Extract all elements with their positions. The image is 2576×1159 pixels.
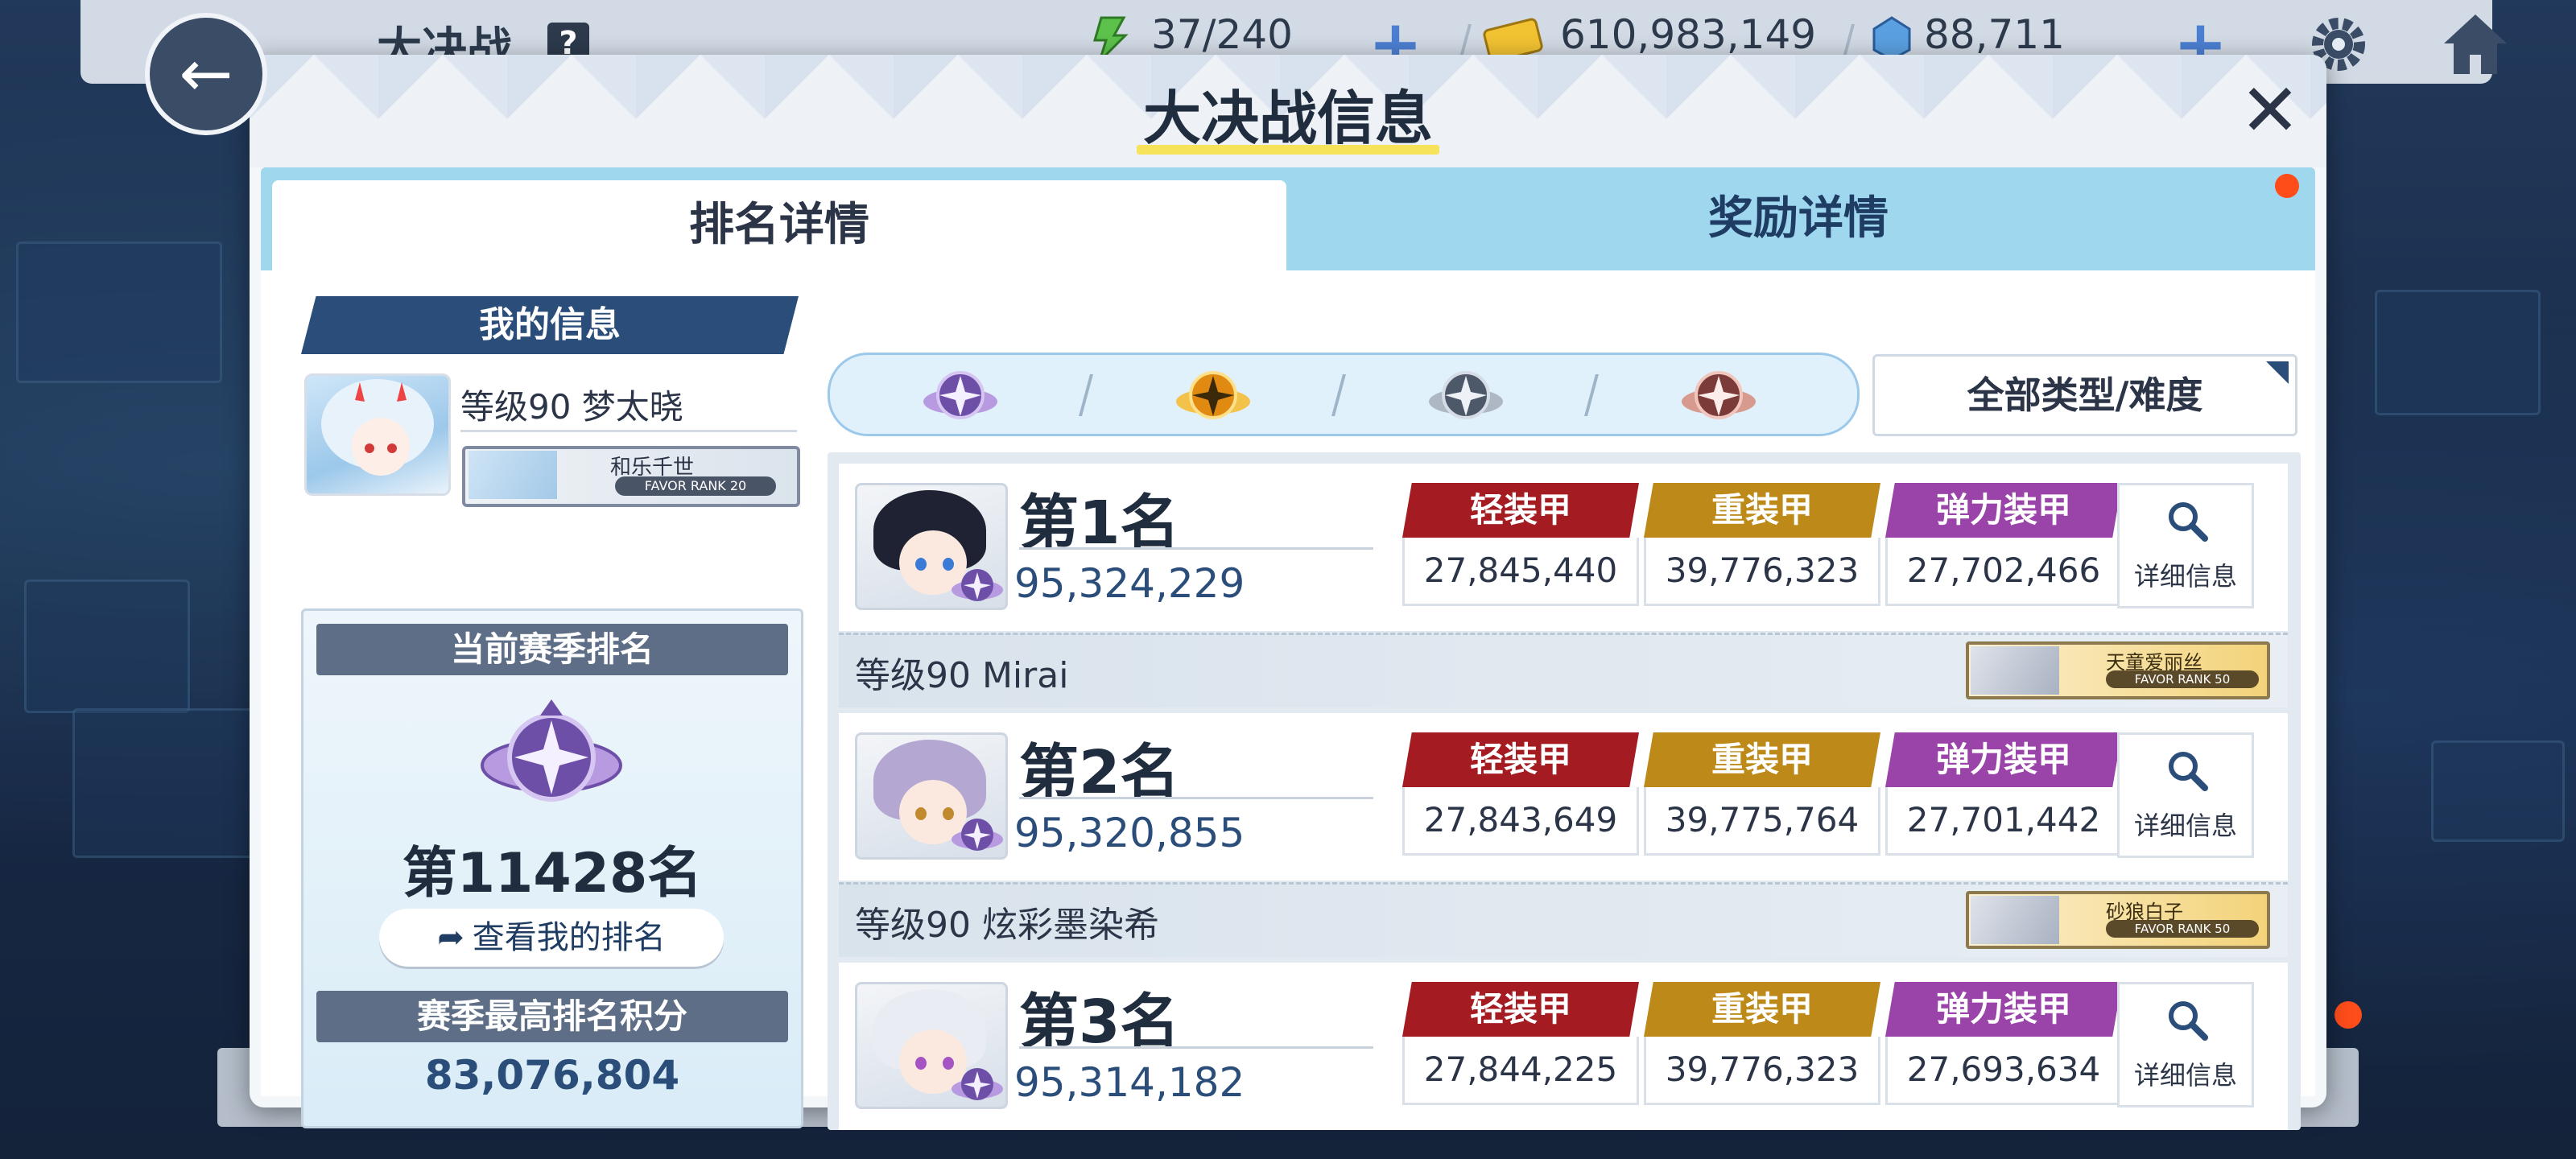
home-icon[interactable] [2439,8,2512,80]
favor-rank-badge: FAVOR RANK 50 [2106,670,2259,688]
share-arrow-icon: ➦ [437,919,464,956]
type-difficulty-dropdown[interactable]: 全部类型/难度 [1872,354,2297,436]
light-armor-score: 轻装甲 27,845,440 [1402,483,1639,606]
title-underline [1137,145,1439,155]
player-name: 等级90 Mirai [855,655,1069,696]
my-info-header: 我的信息 [301,296,799,354]
dialog-title: 大决战信息 [1142,85,1433,152]
search-icon [2169,1001,2208,1041]
notification-dot [2334,1001,2362,1029]
season-rank-header: 当前赛季排名 [316,624,788,675]
player-avatar[interactable] [855,483,1008,610]
ranking-list[interactable]: 第1名 95,324,229 轻装甲 27,845,440 重装甲 39,776… [828,452,2301,1130]
favor-card: 天童爱丽丝 FAVOR RANK 50 [1966,641,2270,699]
gem-value: 88,711 [1924,11,2065,58]
favor-rank-badge: FAVOR RANK 50 [2106,920,2259,938]
best-score-value: 83,076,804 [424,1052,680,1099]
reward-notification-dot [2275,174,2299,198]
elastic-armor-score: 弹力装甲 27,702,466 [1885,483,2122,606]
best-score-header: 赛季最高排名积分 [316,991,788,1042]
purple-emblem-icon [481,699,622,802]
search-icon [2169,752,2208,791]
elastic-armor-score: 弹力装甲 27,701,442 [1885,732,2122,856]
gold-emblem-icon[interactable] [1173,363,1253,427]
tab-reward-details[interactable]: 奖励详情 [1291,167,2306,270]
detail-info-button[interactable]: 详细信息 [2117,483,2254,608]
player-avatar[interactable] [855,732,1008,860]
purple-emblem-icon[interactable] [920,363,1001,427]
heavy-armor-score: 重装甲 39,775,764 [1644,732,1880,856]
my-avatar[interactable] [304,373,451,496]
credits-value: 610,983,149 [1560,11,1817,58]
purple-emblem-icon [952,819,1003,851]
elastic-armor-score: 弹力装甲 27,693,634 [1885,982,2122,1105]
player-avatar[interactable] [855,982,1008,1109]
view-my-rank-label: 查看我的排名 [472,919,666,956]
light-armor-score: 轻装甲 27,843,649 [1402,732,1639,856]
ranking-row-2: 第2名 95,320,855 轻装甲 27,843,649 重装甲 39,775… [839,713,2288,963]
back-button[interactable]: ← [145,13,267,135]
purple-emblem-icon [952,569,1003,601]
close-button[interactable]: ✕ [2230,71,2310,151]
season-rank-value: 第11428名 [402,842,703,905]
rank-total-score: 95,314,182 [1014,1059,1245,1106]
type-difficulty-label: 全部类型/难度 [1967,373,2203,417]
tab-strip: 排名详情 奖励详情 [261,167,2315,270]
view-my-rank-button[interactable]: ➦ 查看我的排名 [379,909,724,967]
light-armor-score: 轻装甲 27,844,225 [1402,982,1639,1105]
ranking-row-1: 第1名 95,324,229 轻装甲 27,845,440 重装甲 39,776… [839,464,2288,713]
season-rank-panel: 当前赛季排名 第11428名 ➦ 查看我的排名 赛季最高排名积分 83,076,8… [301,608,803,1128]
rank-total-score: 95,324,229 [1014,560,1245,607]
my-player-name: 等级90 梦太晓 [460,387,683,427]
heavy-armor-score: 重装甲 39,776,323 [1644,483,1880,606]
stamina-value: 37/240 [1151,11,1293,58]
player-name: 等级90 炫彩墨染希 [855,905,1159,946]
detail-info-button[interactable]: 详细信息 [2117,732,2254,858]
raid-info-dialog: 大决战信息 ✕ 排名详情 奖励详情 我的信息 等级90 梦太晓 和乐千世 FAV… [250,55,2326,1130]
my-favor-card: 和乐千世 FAVOR RANK 20 [462,446,800,507]
silver-emblem-icon[interactable] [1426,363,1506,427]
search-icon [2169,502,2208,542]
rank-total-score: 95,320,855 [1014,810,1245,856]
heavy-armor-score: 重装甲 39,776,323 [1644,982,1880,1105]
purple-emblem-icon [952,1068,1003,1100]
rank-details-content: 我的信息 等级90 梦太晓 和乐千世 FAVOR RANK 20 当前赛季排名 [261,270,2315,1130]
detail-info-button[interactable]: 详细信息 [2117,982,2254,1107]
tier-filter-bar [828,353,1860,436]
favor-card: 砂狼白子 FAVOR RANK 50 [1966,891,2270,949]
tab-rank-details[interactable]: 排名详情 [272,180,1286,270]
dropdown-corner-icon [2266,361,2289,384]
favor-rank-badge: FAVOR RANK 20 [615,476,776,496]
ranking-row-3: 第3名 95,314,182 轻装甲 27,844,225 重装甲 39,776… [839,963,2288,1130]
bronze-emblem-icon[interactable] [1678,363,1759,427]
